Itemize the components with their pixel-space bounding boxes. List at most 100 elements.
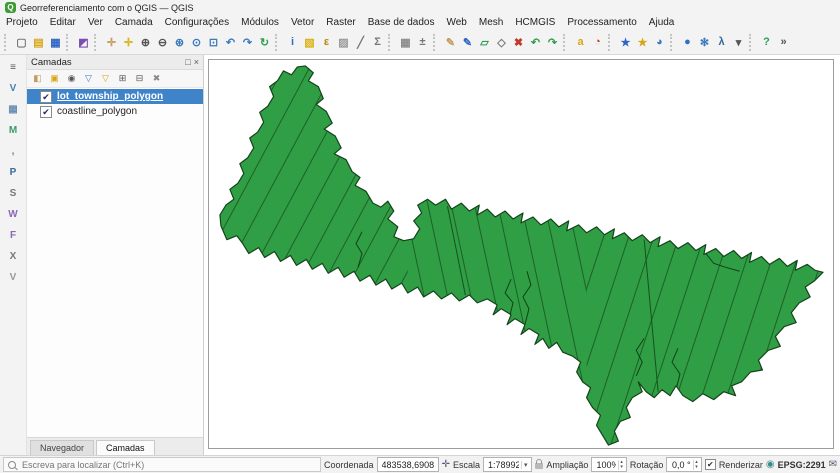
render-checkbox[interactable]: ✔ [705,459,716,470]
open-project-icon[interactable]: ▤ [30,33,47,52]
vertex-tool-icon[interactable]: ◇ [493,33,510,52]
map-canvas-frame[interactable] [208,59,834,449]
new-project-icon[interactable]: ▢ [13,33,30,52]
add-raster-layer-icon[interactable]: ▦ [3,100,23,119]
crs-status[interactable]: EPSG:2291 [778,460,826,470]
remove-layer-icon[interactable]: ✖ [149,71,164,86]
menu-web[interactable]: Web [440,16,472,29]
scale-combobox[interactable]: ▾ [483,457,532,472]
new-shapefile-layer-icon[interactable]: V [3,268,23,287]
crs-icon[interactable]: ◉ [766,459,775,470]
menu-hcmgis[interactable]: HCMGIS [509,16,561,29]
menu-raster[interactable]: Raster [320,16,361,29]
save-project-icon[interactable]: ▦ [47,33,64,52]
menu-projeto[interactable]: Projeto [0,16,44,29]
open-attribute-table-icon[interactable]: ▦ [397,33,414,52]
add-postgis-layer-icon[interactable]: P [3,163,23,182]
scale-lock-icon[interactable] [535,463,543,469]
toolbar-overflow-icon[interactable]: » [775,33,792,52]
zoom-to-layer-icon[interactable]: ⊡ [205,33,222,52]
filter-by-expression-icon[interactable]: ▽ [98,71,113,86]
menu-camada[interactable]: Camada [109,16,159,29]
identify-features-icon[interactable]: i [284,33,301,52]
undo-icon[interactable]: ↶ [527,33,544,52]
add-group-icon[interactable]: ▣ [47,71,62,86]
add-wfs-layer-icon[interactable]: F [3,226,23,245]
add-polygon-feature-icon[interactable]: ▱ [476,33,493,52]
rotation-input[interactable] [669,459,693,471]
zoom-full-icon[interactable]: ⊛ [171,33,188,52]
add-xyz-layer-icon[interactable]: X [3,247,23,266]
rotation-spin-arrows[interactable]: ▴▾ [693,460,699,470]
layer-diagrams-icon[interactable]: ◔ [589,33,606,52]
plugins-dropdown-icon[interactable]: ▾ [730,33,747,52]
style-manager-icon[interactable]: ◩ [75,33,92,52]
collapse-all-icon[interactable]: ⊟ [132,71,147,86]
rotation-spinbox[interactable]: ▴▾ [666,457,701,472]
open-layer-styling-icon[interactable]: ◧ [30,71,45,86]
processing-toolbox-icon[interactable]: ✻ [696,33,713,52]
extent-toggle-icon[interactable]: ✛ [442,459,450,470]
search-input[interactable] [20,459,316,471]
menu-vetor[interactable]: Vetor [285,16,320,29]
layer-row-coastline-polygon[interactable]: ✔coastline_polygon [27,104,203,119]
metasearch-icon[interactable]: ● [679,33,696,52]
delete-selected-icon[interactable]: ✖ [510,33,527,52]
help-contents-icon[interactable]: ? [758,33,775,52]
map-canvas[interactable] [204,55,840,455]
menu-ajuda[interactable]: Ajuda [643,16,681,29]
magnifier-spin-arrows[interactable]: ▴▾ [618,460,624,470]
menu-processamento[interactable]: Processamento [561,16,642,29]
zoom-to-selection-icon[interactable]: ⊙ [188,33,205,52]
menu-modulos[interactable]: Módulos [235,16,285,29]
zoom-next-icon[interactable]: ↷ [239,33,256,52]
layer-visibility-checkbox[interactable]: ✔ [40,106,52,118]
menu-editar[interactable]: Editar [44,16,82,29]
zoom-last-icon[interactable]: ↶ [222,33,239,52]
toggle-editing-icon[interactable]: ✎ [442,33,459,52]
panel-tab-camadas[interactable]: Camadas [96,440,155,455]
new-bookmark-icon[interactable]: ★ [617,33,634,52]
filter-legend-icon[interactable]: ▽ [81,71,96,86]
show-bookmarks-icon[interactable]: ★ [634,33,651,52]
python-console-icon[interactable]: λ [713,33,730,52]
menu-ver[interactable]: Ver [82,16,109,29]
data-source-manager-icon[interactable]: ≡ [3,58,23,77]
manage-map-themes-icon[interactable]: ◉ [64,71,79,86]
close-panel-icon[interactable]: × [194,57,199,67]
expand-all-icon[interactable]: ⊞ [115,71,130,86]
layer-labeling-icon[interactable]: a [572,33,589,52]
menu-mesh[interactable]: Mesh [473,16,509,29]
zoom-in-icon[interactable]: ⊕ [137,33,154,52]
scale-input[interactable] [486,459,521,471]
menu-configuracoes[interactable]: Configurações [159,16,235,29]
coordinate-box[interactable] [377,457,439,472]
locator-searchbox[interactable] [3,457,321,472]
coordinate-input[interactable] [380,459,436,471]
deselect-features-icon[interactable]: ▨ [335,33,352,52]
measure-line-icon[interactable]: ╱ [352,33,369,52]
magnifier-input[interactable] [594,459,618,471]
add-mesh-layer-icon[interactable]: M [3,121,23,140]
add-vector-layer-icon[interactable]: V [3,79,23,98]
menu-base-de-dados[interactable]: Base de dados [362,16,441,29]
add-spatialite-layer-icon[interactable]: S [3,184,23,203]
messages-icon[interactable]: ✉ [829,459,837,470]
panel-tab-navegador[interactable]: Navegador [30,440,94,455]
scale-dropdown-icon[interactable]: ▾ [521,461,529,469]
layer-row-lot-township-polygon[interactable]: ✔lot_township_polygon [27,89,203,104]
add-delimited-text-layer-icon[interactable]: , [3,142,23,161]
select-features-icon[interactable]: ▧ [301,33,318,52]
statistical-summary-icon[interactable]: Σ [369,33,386,52]
temporal-controller-icon[interactable]: ◕ [651,33,668,52]
magnifier-spinbox[interactable]: ▴▾ [591,457,626,472]
select-by-expression-icon[interactable]: ε [318,33,335,52]
add-wms-layer-icon[interactable]: W [3,205,23,224]
float-panel-icon[interactable]: □ [185,57,190,67]
pan-to-selection-icon[interactable]: ✛ [120,33,137,52]
save-layer-edits-icon[interactable]: ✎ [459,33,476,52]
pan-map-icon[interactable]: ✛ [103,33,120,52]
zoom-out-icon[interactable]: ⊖ [154,33,171,52]
refresh-map-icon[interactable]: ↻ [256,33,273,52]
field-calculator-icon[interactable]: ± [414,33,431,52]
